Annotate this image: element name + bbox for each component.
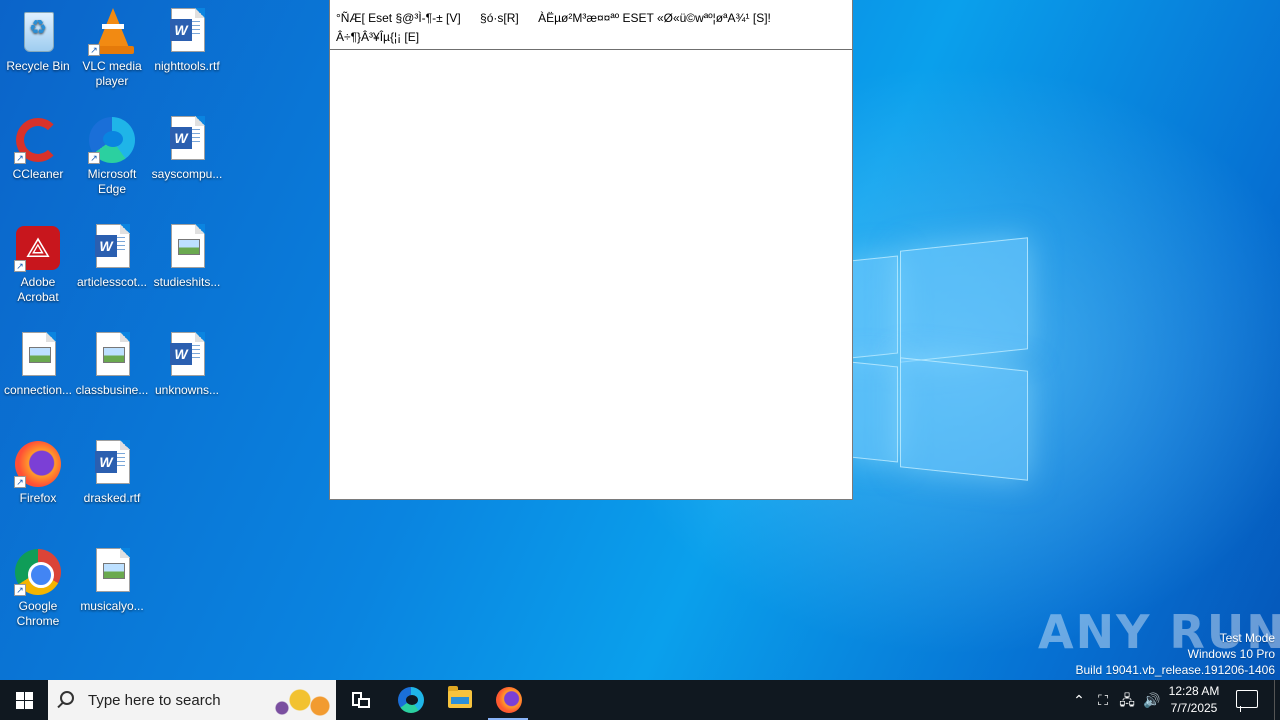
edge-icon [398,687,424,713]
taskbar-clock[interactable]: 12:28 AM 7/7/2025 [1160,683,1228,717]
icon-label: articlesscot... [76,275,148,289]
firefox-icon [496,687,522,713]
icon-label: Recycle Bin [6,59,70,73]
icon-label: nighttools.rtf [154,59,220,73]
test-mode-label: Test Mode [1219,631,1275,645]
desktop-icon-ccleaner[interactable]: ↗ CCleaner [0,110,76,182]
menu-item-eset-latest[interactable]: °ÑÆ[ Eset §@³Ì-¶-± [V] [336,9,461,28]
desktop-icon-firefox[interactable]: ↗ Firefox [0,434,76,506]
desktop-icon-classbusine[interactable]: classbusine... [74,326,150,398]
build-label: Build 19041.vb_release.191206-1406 [1075,663,1276,677]
desktop-icon-nighttools[interactable]: W nighttools.rtf [149,2,225,74]
image-file-icon [171,224,205,268]
icon-label: studieshits... [153,275,221,289]
word-document-icon: W [170,332,205,376]
desktop-icon-studieshits[interactable]: studieshits... [149,218,225,290]
icon-label: musicalyo... [80,599,144,613]
icon-label: drasked.rtf [83,491,141,505]
windows-edition-label: Windows 10 Pro [1187,647,1275,661]
show-desktop-button[interactable] [1274,680,1275,720]
icon-label: Adobe Acrobat [17,275,59,304]
menu-item-check-server[interactable]: ÀËµø²M³æ¤¤ªº ESET «Ø«ü©wªº¦øªA¾¹ [S]! [538,9,771,28]
shortcut-arrow-icon: ↗ [14,584,26,596]
desktop-icon-connection[interactable]: connection... [0,326,76,398]
image-file-icon [96,332,130,376]
desktop: Recycle Bin ↗ CCleaner ⟁↗ Adobe Acrobat … [0,0,1280,680]
desktop-icon-recycle-bin[interactable]: Recycle Bin [0,2,76,74]
desktop-icon-vlc[interactable]: ↗ VLC media player [74,2,150,89]
icon-label: unknowns... [154,383,220,397]
desktop-icon-articlesscot[interactable]: W articlesscot... [74,218,150,290]
image-file-icon [22,332,56,376]
shortcut-arrow-icon: ↗ [88,44,100,56]
search-icon [60,691,74,705]
shortcut-arrow-icon: ↗ [14,476,26,488]
image-file-icon [96,548,130,592]
taskbar-file-explorer-button[interactable] [436,680,484,720]
close-icon[interactable]: ✕ [834,0,846,2]
icon-label: Microsoft Edge [87,167,137,196]
icon-label: classbusine... [75,383,149,397]
recycle-bin-icon [24,12,54,52]
clock-date: 7/7/2025 [1170,701,1218,715]
icon-label: Google Chrome [16,599,60,628]
search-highlight-illustration [262,682,332,718]
vlc-icon [96,8,130,50]
word-document-icon: W [95,440,130,484]
volume-icon[interactable]: 🔊 [1143,692,1160,708]
shortcut-arrow-icon: ↗ [14,260,26,272]
network-icon[interactable]: 🖧 [1119,692,1135,708]
notification-center-icon[interactable] [1236,690,1258,712]
desktop-icon-musicalyo[interactable]: musicalyo... [74,542,150,614]
desktop-icon-adobe-acrobat[interactable]: ⟁ ↗ Adobe Acrobat [0,218,76,305]
taskbar-edge-button[interactable] [386,680,434,720]
menu-item-update[interactable]: §ó·s[R] [480,9,519,28]
desktop-icon-microsoft-edge[interactable]: ↗ Microsoft Edge [74,110,150,197]
taskbar-search-box[interactable]: Type here to search [48,680,336,720]
search-placeholder: Type here to search [88,692,221,709]
word-document-icon: W [95,224,130,268]
test-mode-watermark: Test Mode Windows 10 Pro Build 19041.vb_… [1076,630,1276,678]
system-tray: ⌃ ⛶ 🖧 🔊 [1068,680,1160,720]
file-explorer-icon [448,686,472,708]
windows-logo-wallpaper [820,237,1040,483]
menu-item-exit[interactable]: Â÷¶}Â³¥Îµ{¦¡ [E] [336,28,419,47]
desktop-icon-sayscompu[interactable]: W sayscompu... [149,110,225,182]
icon-label: connection... [3,383,73,397]
task-view-button[interactable] [336,680,384,720]
word-document-icon: W [170,8,205,52]
icon-label: sayscompu... [151,167,223,181]
word-document-icon: W [170,116,205,160]
meet-now-icon[interactable]: ⛶ [1095,692,1111,708]
start-button[interactable] [0,680,48,720]
desktop-icon-drasked[interactable]: W drasked.rtf [74,434,150,506]
taskbar-firefox-button[interactable] [484,680,532,720]
window-titlebar[interactable]: ✕ [330,0,852,1]
window-content-area[interactable] [330,50,852,499]
icon-label: Firefox [19,491,57,505]
taskbar: Type here to search ⌃ ⛶ 🖧 🔊 12:28 AM 7/7… [0,680,1280,720]
desktop-icon-google-chrome[interactable]: ↗ Google Chrome [0,542,76,629]
icon-label: VLC media player [82,59,142,88]
menu-bar: °ÑÆ[ Eset §@³Ì-¶-± [V] §ó·s[R] ÀËµø²M³æ¤… [336,9,846,47]
clock-time: 12:28 AM [1168,684,1220,698]
desktop-icon-unknowns[interactable]: W unknowns... [149,326,225,398]
shortcut-arrow-icon: ↗ [88,152,100,164]
chevron-up-icon[interactable]: ⌃ [1071,692,1087,708]
icon-label: CCleaner [12,167,64,181]
shortcut-arrow-icon: ↗ [14,152,26,164]
app-window[interactable]: ✕ °ÑÆ[ Eset §@³Ì-¶-± [V] §ó·s[R] ÀËµø²M³… [329,0,853,500]
